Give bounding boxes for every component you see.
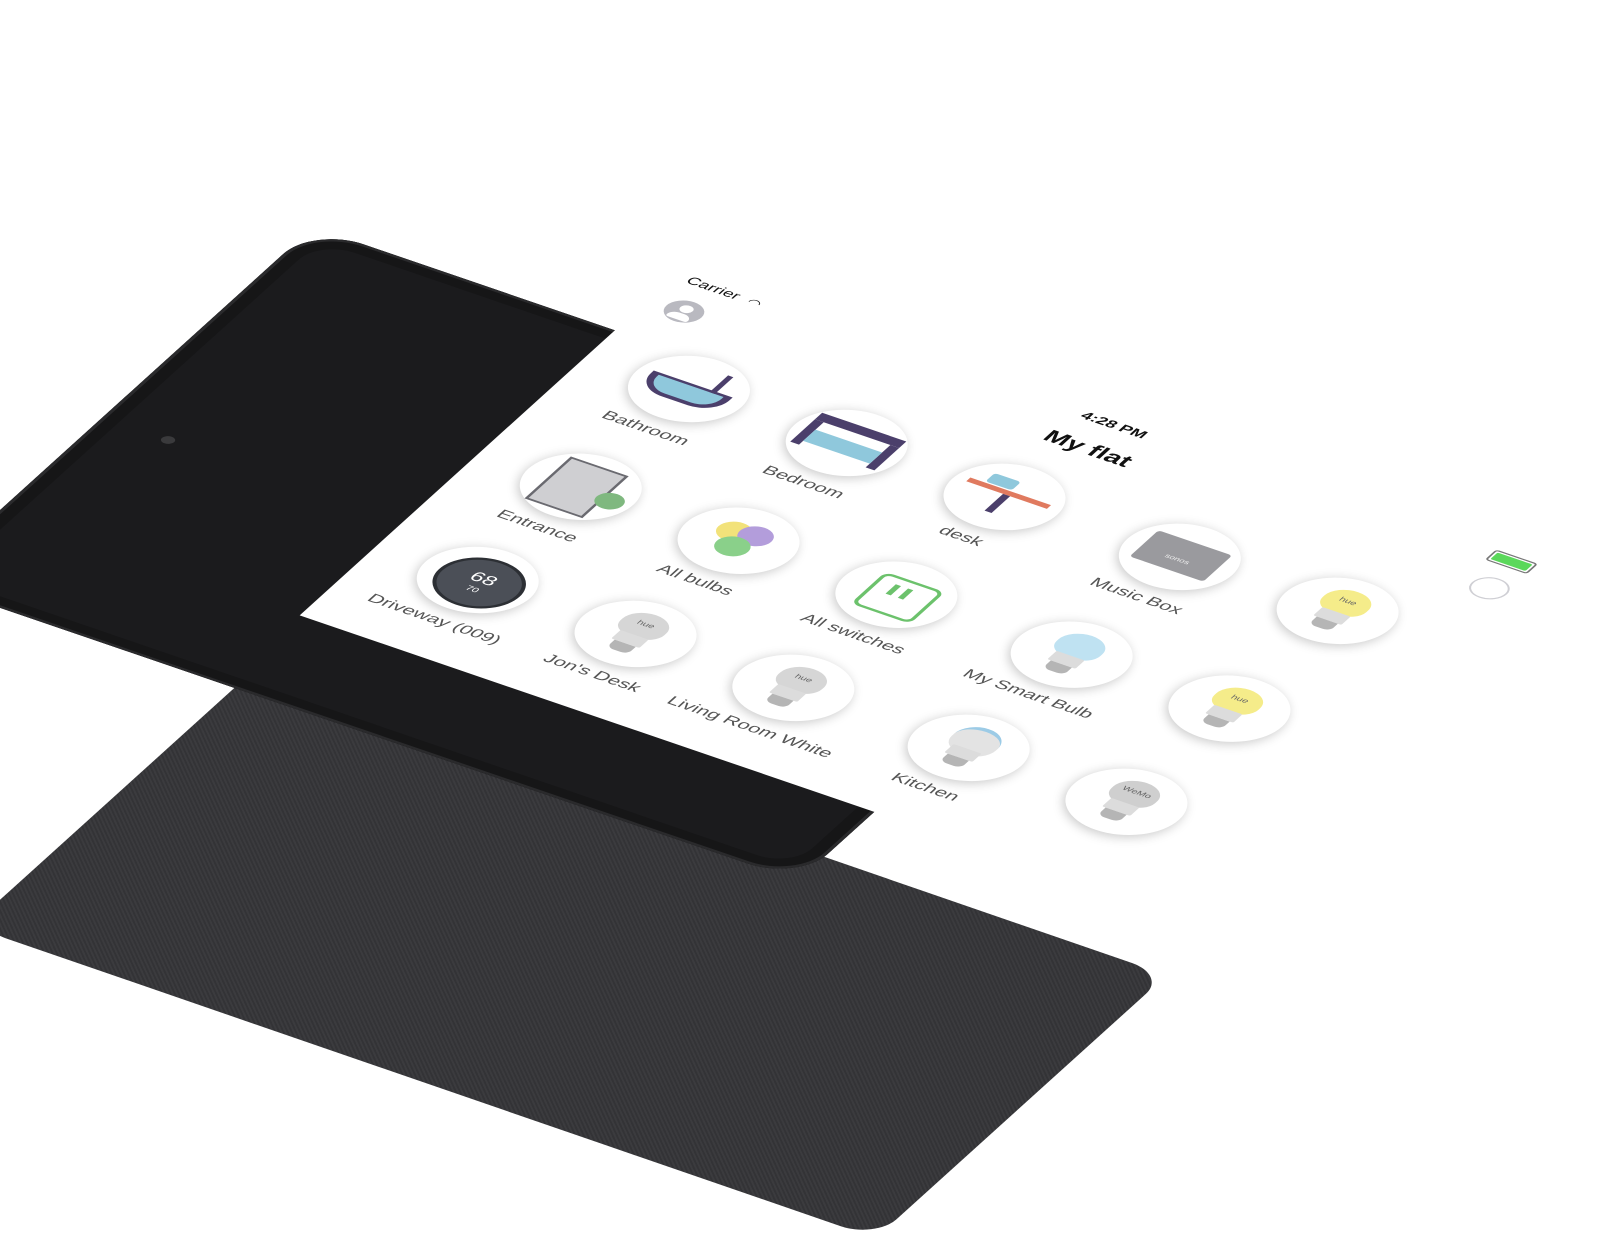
menu-icon[interactable] [1461,572,1518,604]
bulb-icon: hue [1254,564,1422,657]
wifi-icon: ◠ [743,297,765,310]
product-photo: Carrier ◠ 4:28 PM My flat Bathroom Bedro… [0,0,1600,1238]
thermostat-dial: 68 70 [415,547,544,619]
profile-icon[interactable] [656,296,712,327]
camera-icon [158,434,178,446]
